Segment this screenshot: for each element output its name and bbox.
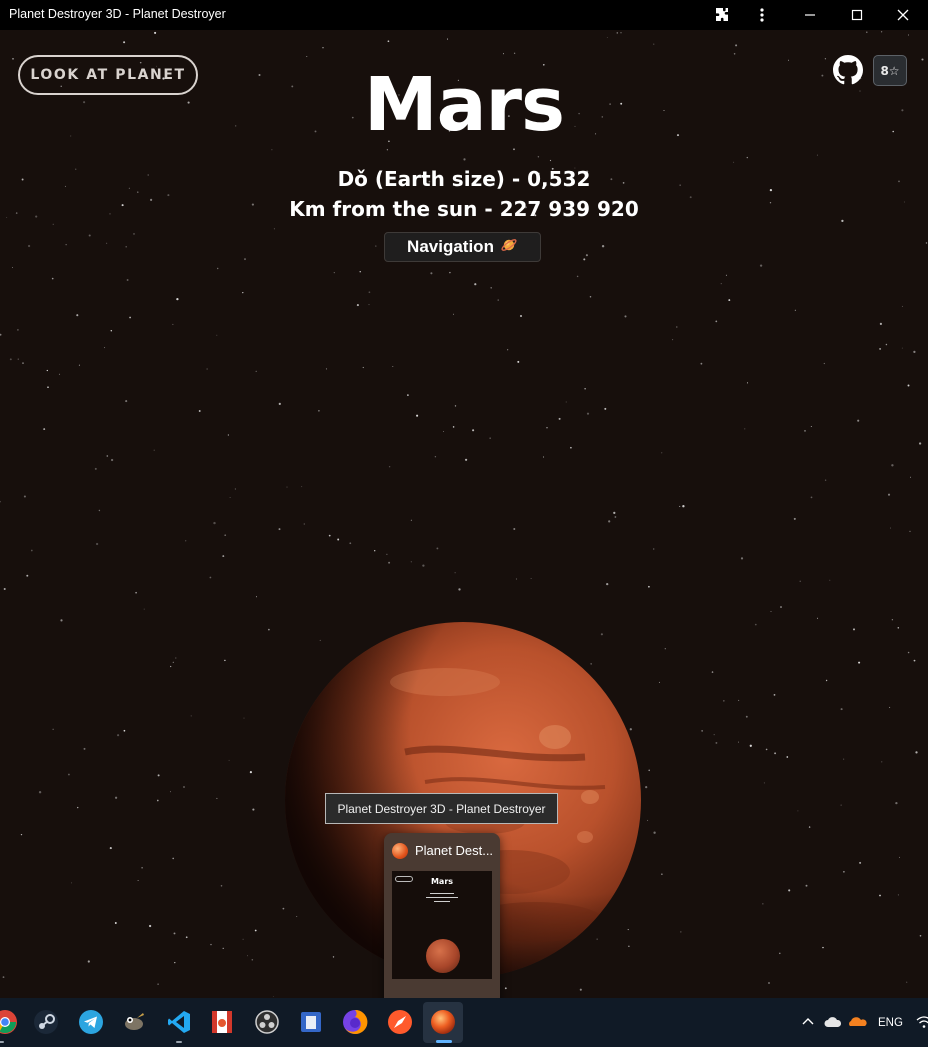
planet-distance-text: Km from the sun - 227 939 920 bbox=[289, 197, 639, 221]
telegram-icon[interactable] bbox=[76, 1007, 106, 1037]
notes-icon[interactable] bbox=[296, 1007, 326, 1037]
running-indicator bbox=[176, 1041, 182, 1043]
more-options-icon[interactable] bbox=[748, 4, 776, 26]
steam-icon[interactable] bbox=[31, 1007, 61, 1037]
navigation-button[interactable]: Navigation bbox=[384, 232, 541, 262]
onedrive-icon[interactable] bbox=[820, 1009, 846, 1035]
language-indicator[interactable]: ENG bbox=[878, 1017, 903, 1029]
preview-thumbnail[interactable]: Mars bbox=[392, 871, 492, 979]
window-tooltip: Planet Destroyer 3D - Planet Destroyer bbox=[325, 793, 558, 824]
cloudflare-icon[interactable] bbox=[844, 1009, 870, 1035]
browser-icon[interactable] bbox=[385, 1007, 415, 1037]
window-titlebar: Planet Destroyer 3D - Planet Destroyer bbox=[0, 0, 928, 30]
thumbnail-planet bbox=[426, 939, 460, 973]
tray-chevron-up-icon[interactable] bbox=[795, 1009, 821, 1035]
anki-icon[interactable] bbox=[207, 1007, 237, 1037]
close-icon[interactable] bbox=[889, 4, 917, 26]
windows-taskbar: ENG bbox=[0, 998, 928, 1047]
gimp-icon[interactable] bbox=[119, 1007, 149, 1037]
obs-icon[interactable] bbox=[252, 1007, 282, 1037]
extensions-icon[interactable] bbox=[708, 4, 736, 26]
thumbnail-line bbox=[430, 893, 454, 894]
app-icon bbox=[392, 843, 408, 859]
taskbar-preview[interactable]: Planet Dest... Mars bbox=[384, 833, 500, 998]
ringed-planet-icon bbox=[500, 236, 518, 259]
wifi-icon[interactable] bbox=[914, 1009, 928, 1035]
planet-viewer-page: LOOK AT PLANET 8☆ Mars Dǒ (Earth size) -… bbox=[0, 30, 928, 998]
vscode-icon[interactable] bbox=[164, 1007, 194, 1037]
window-title: Planet Destroyer 3D - Planet Destroyer bbox=[9, 7, 226, 21]
thumbnail-button bbox=[395, 876, 413, 882]
screen: Planet Destroyer 3D - Planet Destroyer L… bbox=[0, 0, 928, 1047]
planet-size-text: Dǒ (Earth size) - 0,532 bbox=[337, 167, 591, 191]
minimize-icon[interactable] bbox=[796, 4, 824, 26]
maximize-icon[interactable] bbox=[843, 4, 871, 26]
active-app-indicator bbox=[436, 1040, 452, 1043]
chrome-icon[interactable] bbox=[0, 1007, 20, 1037]
thumbnail-line bbox=[426, 897, 458, 898]
planet-title: Mars bbox=[363, 62, 565, 148]
firefox-icon[interactable] bbox=[340, 1007, 370, 1037]
preview-title: Planet Dest... bbox=[415, 843, 494, 858]
thumbnail-line bbox=[434, 901, 450, 902]
planet-destroyer-icon[interactable] bbox=[428, 1007, 458, 1037]
navigation-label: Navigation bbox=[407, 237, 494, 256]
running-indicator bbox=[0, 1041, 4, 1043]
